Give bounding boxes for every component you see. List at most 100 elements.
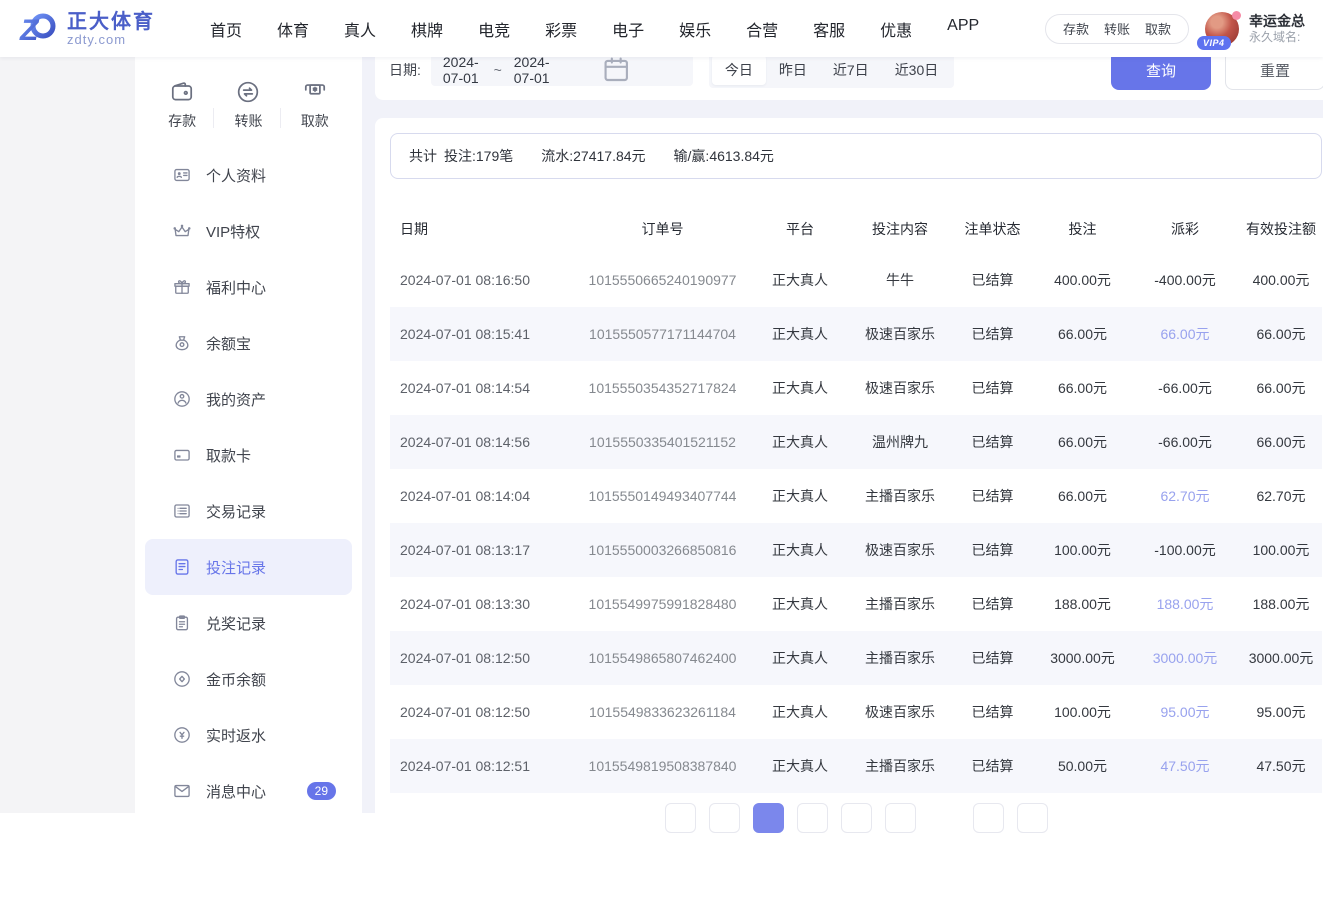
sidebar-item-message[interactable]: 消息中心 29 (145, 763, 352, 819)
left-gutter (0, 57, 135, 813)
nav-menu-item[interactable]: 娱乐 (679, 17, 711, 41)
sidebar-quick-action[interactable]: 存款 (168, 79, 196, 131)
cell-bet-amount: 66.00元 (1035, 486, 1130, 506)
nav-menu-item[interactable]: 体育 (277, 17, 309, 41)
pagination-page-button[interactable] (841, 803, 872, 833)
nav-menu-item[interactable]: 首页 (210, 17, 242, 41)
sidebar-item-redeem[interactable]: 兑奖记录 (145, 595, 352, 651)
header-wallet-link[interactable]: 存款 (1063, 19, 1089, 38)
sidebar-item-transactions[interactable]: 交易记录 (145, 483, 352, 539)
nav-menu-item[interactable]: 电子 (612, 17, 644, 41)
cell-platform: 正大真人 (750, 486, 850, 506)
nav-menu-item[interactable]: 棋牌 (411, 17, 443, 41)
pagination-page-button[interactable] (797, 803, 828, 833)
table-column-header: 订单号 (575, 219, 750, 239)
cell-date: 2024-07-01 08:12:50 (390, 650, 575, 666)
summary-prefix: 共计 (409, 146, 437, 166)
cell-bet-content: 主播百家乐 (850, 594, 950, 614)
cell-valid-bet: 95.00元 (1240, 702, 1322, 722)
cell-status: 已结算 (950, 594, 1035, 614)
cell-payout: -400.00元 (1130, 270, 1240, 290)
nav-menu-item[interactable]: 优惠 (880, 17, 912, 41)
sidebar-item-bank-card[interactable]: 取款卡 (145, 427, 352, 483)
cell-date: 2024-07-01 08:14:56 (390, 434, 575, 450)
cell-status: 已结算 (950, 432, 1035, 452)
cell-bet-content: 极速百家乐 (850, 540, 950, 560)
sidebar-item-label: 福利中心 (206, 277, 266, 298)
quick-action-label: 取款 (301, 111, 329, 131)
cell-order-no: 1015549975991828480 (575, 596, 750, 612)
nav-menu-item[interactable]: APP (947, 17, 979, 41)
sidebar-item-label: 交易记录 (206, 501, 266, 522)
table-row: 2024-07-01 08:13:17 1015550003266850816 … (390, 523, 1322, 577)
site-logo[interactable]: Z 正大体育 zdty.com (18, 9, 178, 49)
nav-menu-item[interactable]: 电竞 (478, 17, 510, 41)
cell-bet-amount: 66.00元 (1035, 378, 1130, 398)
cell-bet-amount: 66.00元 (1035, 324, 1130, 344)
date-range-chip[interactable]: 今日 (712, 55, 766, 85)
date-to-value: 2024-07-01 (514, 54, 553, 86)
sidebar-item-yuebao[interactable]: 余额宝 (145, 315, 352, 371)
sidebar-item-vip-crown[interactable]: VIP特权 (145, 203, 352, 259)
sidebar-item-profile[interactable]: 个人资料 (145, 147, 352, 203)
cell-bet-content: 主播百家乐 (850, 756, 950, 776)
sidebar-item-bet-records[interactable]: 投注记录 (145, 539, 352, 595)
cell-valid-bet: 100.00元 (1240, 540, 1322, 560)
date-range-input[interactable]: 2024-07-01 ~ 2024-07-01 (431, 54, 693, 86)
redeem-icon (172, 613, 192, 633)
sidebar-item-assets[interactable]: 我的资产 (145, 371, 352, 427)
cell-payout: 95.00元 (1130, 702, 1240, 722)
cell-bet-amount: 400.00元 (1035, 270, 1130, 290)
nav-menu-item[interactable]: 真人 (344, 17, 376, 41)
table-row: 2024-07-01 08:15:41 1015550577171144704 … (390, 307, 1322, 361)
cell-date: 2024-07-01 08:12:51 (390, 758, 575, 774)
header-wallet-link[interactable]: 取款 (1145, 19, 1171, 38)
page-body: 存款 转账 取款 个人资料 VIP特权 福利中心 余额宝 我的资产 取款卡 交易… (0, 57, 1323, 813)
pagination-next-button[interactable] (1017, 803, 1048, 833)
sidebar-item-rebate[interactable]: 实时返水 (145, 707, 352, 763)
sidebar-item-gift[interactable]: 福利中心 (145, 259, 352, 315)
user-account[interactable]: VIP4 幸运金总 永久域名: (1205, 10, 1305, 48)
cell-order-no: 1015550149493407744 (575, 488, 750, 504)
bet-records-icon (172, 557, 192, 577)
pagination-prev-button[interactable] (665, 803, 696, 833)
cell-status: 已结算 (950, 756, 1035, 776)
summary-stat: 输/赢:4613.84元 (674, 148, 774, 164)
cell-date: 2024-07-01 08:13:30 (390, 596, 575, 612)
cell-valid-bet: 66.00元 (1240, 324, 1322, 344)
brand-logo-icon: Z (18, 9, 58, 49)
pagination-page-button-active[interactable] (753, 803, 784, 833)
pagination-page-button[interactable] (973, 803, 1004, 833)
cell-valid-bet: 3000.00元 (1240, 648, 1322, 668)
date-range-chip[interactable]: 昨日 (766, 55, 820, 85)
cell-order-no: 1015550335401521152 (575, 434, 750, 450)
sidebar-quick-action[interactable]: 取款 (301, 79, 329, 131)
nav-menu-item[interactable]: 客服 (813, 17, 845, 41)
pagination-page-button[interactable] (885, 803, 916, 833)
nav-menu-item[interactable]: 彩票 (545, 17, 577, 41)
sidebar-quick-action[interactable]: 转账 (234, 79, 262, 131)
date-range-chip[interactable]: 近7日 (820, 55, 882, 85)
table-column-header: 注单状态 (950, 219, 1035, 239)
wallet-quick-links: 存款转账取款 (1045, 14, 1189, 44)
nav-menu-item[interactable]: 合营 (746, 17, 778, 41)
date-range-chip[interactable]: 近30日 (882, 55, 952, 85)
sidebar-item-coin[interactable]: 金币余额 (145, 651, 352, 707)
cell-date: 2024-07-01 08:14:54 (390, 380, 575, 396)
header-wallet-link[interactable]: 转账 (1104, 19, 1130, 38)
cell-payout: -66.00元 (1130, 432, 1240, 452)
cell-payout: 3000.00元 (1130, 648, 1240, 668)
sidebar-item-label: 消息中心 (206, 781, 266, 802)
cell-bet-content: 温州牌九 (850, 432, 950, 452)
cell-platform: 正大真人 (750, 756, 850, 776)
sidebar-item-label: 金币余额 (206, 669, 266, 690)
cell-platform: 正大真人 (750, 648, 850, 668)
table-column-header: 有效投注额 (1240, 219, 1322, 239)
cell-date: 2024-07-01 08:12:50 (390, 704, 575, 720)
withdraw-icon (302, 79, 328, 105)
vip-level-badge: VIP4 (1197, 36, 1231, 50)
table-row: 2024-07-01 08:14:54 1015550354352717824 … (390, 361, 1322, 415)
cell-payout: 62.70元 (1130, 486, 1240, 506)
pagination-page-button[interactable] (709, 803, 740, 833)
table-column-header: 平台 (750, 219, 850, 239)
